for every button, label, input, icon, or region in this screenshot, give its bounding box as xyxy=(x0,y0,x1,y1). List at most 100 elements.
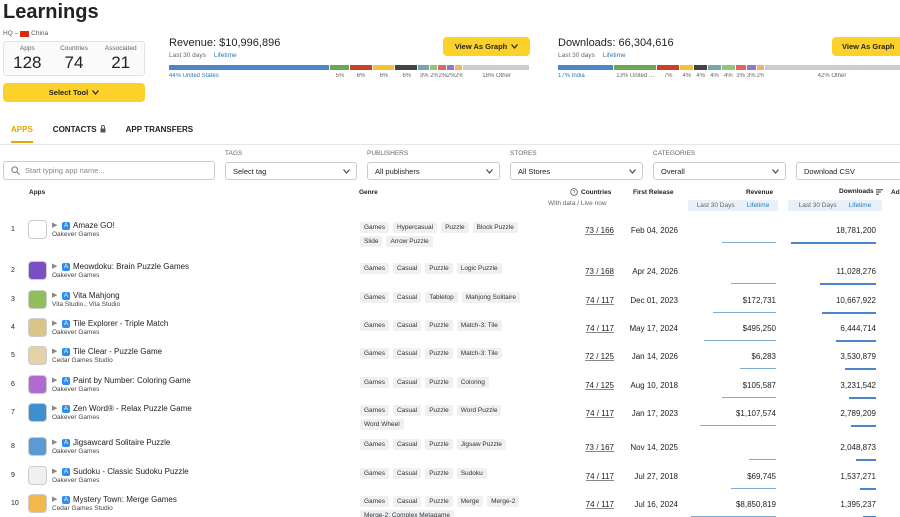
genre-tag[interactable]: Games xyxy=(360,377,389,388)
genre-tag[interactable]: Casual xyxy=(392,320,422,331)
app-name[interactable]: Mystery Town: Merge Games xyxy=(73,495,177,504)
genre-tag[interactable]: Merge-2: Complex Metagame xyxy=(360,510,454,517)
genre-tag[interactable]: Word Wheel xyxy=(360,419,404,430)
countries-count[interactable]: 74 / 125 xyxy=(574,381,614,390)
genre-tag[interactable]: Merge-2 xyxy=(487,496,520,507)
app-icon[interactable] xyxy=(28,318,47,337)
app-icon[interactable] xyxy=(28,220,47,239)
col-header-countries[interactable]: ? Countries xyxy=(570,188,611,196)
share-segment[interactable] xyxy=(708,65,721,70)
app-name[interactable]: Amaze GO! xyxy=(73,221,115,230)
share-segment[interactable] xyxy=(613,65,656,70)
share-segment[interactable] xyxy=(349,65,372,70)
tab-app-transfers[interactable]: APP TRANSFERS xyxy=(126,125,193,143)
publisher-name[interactable]: Oakever Games xyxy=(52,329,99,336)
genre-tag[interactable]: Puzzle xyxy=(425,439,453,450)
genre-tag[interactable]: Casual xyxy=(392,292,422,303)
revenue-last-30-days[interactable]: Last 30 Days xyxy=(697,202,735,209)
app-search-input[interactable]: Start typing app name... xyxy=(3,161,215,180)
col-header-genre[interactable]: Genre xyxy=(359,189,378,196)
genre-tag[interactable]: Games xyxy=(360,320,389,331)
genre-tag[interactable]: Mahjong Solitaire xyxy=(461,292,520,303)
countries-count[interactable]: 74 / 117 xyxy=(574,409,614,418)
categories-dropdown[interactable]: Overall xyxy=(653,162,786,180)
app-name[interactable]: Zen Word® - Relax Puzzle Game xyxy=(73,404,192,413)
genre-tag[interactable]: Puzzle xyxy=(425,348,453,359)
genre-tag[interactable]: Puzzle xyxy=(425,405,453,416)
genre-tag[interactable]: Hypercasual xyxy=(392,222,438,233)
genre-tag[interactable]: Games xyxy=(360,292,389,303)
publishers-dropdown[interactable]: All publishers xyxy=(367,162,500,180)
genre-tag[interactable]: Casual xyxy=(392,439,422,450)
countries-count[interactable]: 74 / 117 xyxy=(574,472,614,481)
share-segment[interactable] xyxy=(735,65,746,70)
genre-tag[interactable]: Jigsaw Puzzle xyxy=(456,439,506,450)
countries-count[interactable]: 73 / 168 xyxy=(574,267,614,276)
genre-tag[interactable]: Merge xyxy=(456,496,484,507)
share-segment[interactable] xyxy=(446,65,455,70)
col-header-downloads[interactable]: Downloads xyxy=(839,188,883,195)
genre-tag[interactable]: Match-3: Tile xyxy=(456,320,502,331)
app-icon[interactable] xyxy=(28,261,47,280)
share-segment[interactable] xyxy=(430,65,438,70)
share-segment[interactable] xyxy=(372,65,395,70)
publisher-name[interactable]: Oakever Games xyxy=(52,477,99,484)
tags-dropdown[interactable]: Select tag xyxy=(225,162,357,180)
publisher-name[interactable]: Cedar Games Studio xyxy=(52,357,113,364)
genre-tag[interactable]: Games xyxy=(360,468,389,479)
period-last-30-days[interactable]: Last 30 days xyxy=(558,52,595,59)
genre-tag[interactable]: Puzzle xyxy=(425,263,453,274)
genre-tag[interactable]: Tabletop xyxy=(425,292,458,303)
col-header-first-release[interactable]: First Release xyxy=(633,189,673,196)
stores-dropdown[interactable]: All Stores xyxy=(510,162,643,180)
sort-icon[interactable] xyxy=(875,188,883,195)
genre-tag[interactable]: Casual xyxy=(392,348,422,359)
genre-tag[interactable]: Puzzle xyxy=(441,222,469,233)
app-icon[interactable] xyxy=(28,466,47,485)
genre-tag[interactable]: Casual xyxy=(392,468,422,479)
revenue-view-graph-button[interactable]: View As Graph xyxy=(443,37,530,56)
app-name[interactable]: Tile Clear - Puzzle Game xyxy=(73,347,162,356)
app-icon[interactable] xyxy=(28,290,47,309)
share-segment[interactable] xyxy=(757,65,764,70)
genre-tag[interactable]: Games xyxy=(360,405,389,416)
downloads-lifetime[interactable]: Lifetime xyxy=(849,202,872,209)
share-segment[interactable] xyxy=(694,65,708,70)
genre-tag[interactable]: Games xyxy=(360,263,389,274)
share-segment[interactable] xyxy=(764,65,900,70)
genre-tag[interactable]: Casual xyxy=(392,405,422,416)
tab-apps[interactable]: APPS xyxy=(11,125,33,143)
genre-tag[interactable]: Games xyxy=(360,222,389,233)
share-segment[interactable] xyxy=(746,65,757,70)
period-last-30-days[interactable]: Last 30 days xyxy=(169,52,206,59)
genre-tag[interactable]: Puzzle xyxy=(425,468,453,479)
genre-tag[interactable]: Puzzle xyxy=(425,320,453,331)
app-name[interactable]: Paint by Number: Coloring Game xyxy=(73,376,191,385)
genre-tag[interactable]: Word Puzzle xyxy=(456,405,502,416)
help-circle-icon[interactable]: ? xyxy=(570,188,578,196)
col-header-extra[interactable]: Ad xyxy=(891,189,900,196)
genre-tag[interactable]: Casual xyxy=(392,263,422,274)
share-segment[interactable] xyxy=(558,65,613,70)
genre-tag[interactable]: Casual xyxy=(392,496,422,507)
period-lifetime[interactable]: Lifetime xyxy=(603,52,626,59)
publisher-name[interactable]: Oakever Games xyxy=(52,414,99,421)
share-segment[interactable] xyxy=(463,65,529,70)
share-segment[interactable] xyxy=(656,65,680,70)
app-icon[interactable] xyxy=(28,437,47,456)
downloads-view-graph-button[interactable]: View As Graph xyxy=(832,37,900,56)
publisher-name[interactable]: Vita Studio., Vita Studio xyxy=(52,301,120,308)
period-lifetime[interactable]: Lifetime xyxy=(214,52,237,59)
publisher-name[interactable]: Oakever Games xyxy=(52,231,99,238)
countries-count[interactable]: 74 / 117 xyxy=(574,324,614,333)
genre-tag[interactable]: Puzzle xyxy=(425,377,453,388)
countries-count[interactable]: 74 / 117 xyxy=(574,296,614,305)
app-icon[interactable] xyxy=(28,403,47,422)
genre-tag[interactable]: Games xyxy=(360,348,389,359)
countries-count[interactable]: 73 / 167 xyxy=(574,443,614,452)
genre-tag[interactable]: Games xyxy=(360,439,389,450)
select-tool-button[interactable]: Select Tool xyxy=(3,83,145,102)
share-segment[interactable] xyxy=(330,65,349,70)
genre-tag[interactable]: Slide xyxy=(360,236,383,247)
publisher-name[interactable]: Cedar Games Studio xyxy=(52,505,113,512)
